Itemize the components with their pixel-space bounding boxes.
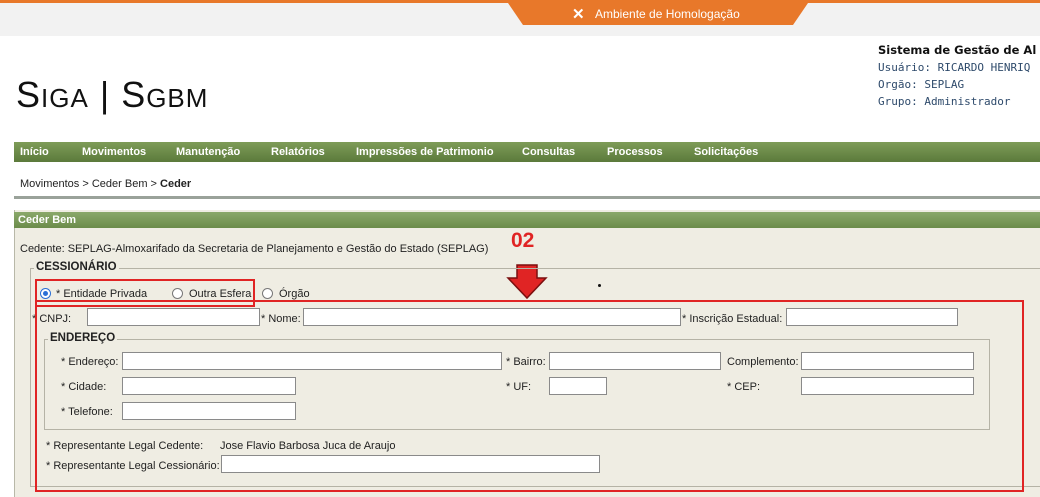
user-info: Usuário: RICARDO HENRIQ [878,61,1031,74]
panel-header: Ceder Bem [14,212,1040,228]
system-info: Sistema de Gestão de Al Usuário: RICARDO… [878,42,1040,110]
cessionario-legend: CESSIONÁRIO [34,261,119,273]
organ-info: Orgão: SEPLAG [878,78,965,91]
breadcrumb-movimentos[interactable]: Movimentos [20,178,79,190]
breadcrumb-ceder-bem[interactable]: Ceder Bem [92,178,148,190]
environment-tab: ✕ Ambiente de Homologação [508,3,808,25]
panel-title: Ceder Bem [18,214,77,226]
annotation-number: 02 [511,229,535,252]
radio-orgao[interactable] [262,288,273,299]
menu-item-processos[interactable]: Processos [607,146,663,158]
siga-sgbm-logo: SIGA | SGBM [16,74,209,115]
radio-label-orgao[interactable]: Órgão [279,288,310,300]
highlight-form-box [35,300,1024,492]
breadcrumb: Movimentos > Ceder Bem > Ceder [20,178,192,190]
group-info: Grupo: Administrador [878,95,1011,108]
menu-item-movimentos[interactable]: Movimentos [82,146,146,158]
breadcrumb-divider [14,196,1040,199]
menu-item-relatorios[interactable]: Relatórios [271,146,325,158]
menu-item-consultas[interactable]: Consultas [522,146,575,158]
menu-item-manutencao[interactable]: Manutenção [176,146,240,158]
breadcrumb-current: Ceder [160,178,192,190]
main-menu: Início Movimentos Manutenção Relatórios … [14,142,1040,162]
tools-icon: ✕ [572,6,585,23]
environment-label: Ambiente de Homologação [595,7,740,21]
system-title: Sistema de Gestão de Al [878,43,1037,57]
menu-item-inicio[interactable]: Início [20,146,49,158]
menu-item-solicitacoes[interactable]: Solicitações [694,146,758,158]
cedente-text: Cedente: SEPLAG-Almoxarifado da Secretar… [20,243,489,255]
menu-item-impressoes[interactable]: Impressões de Patrimonio [356,146,494,158]
